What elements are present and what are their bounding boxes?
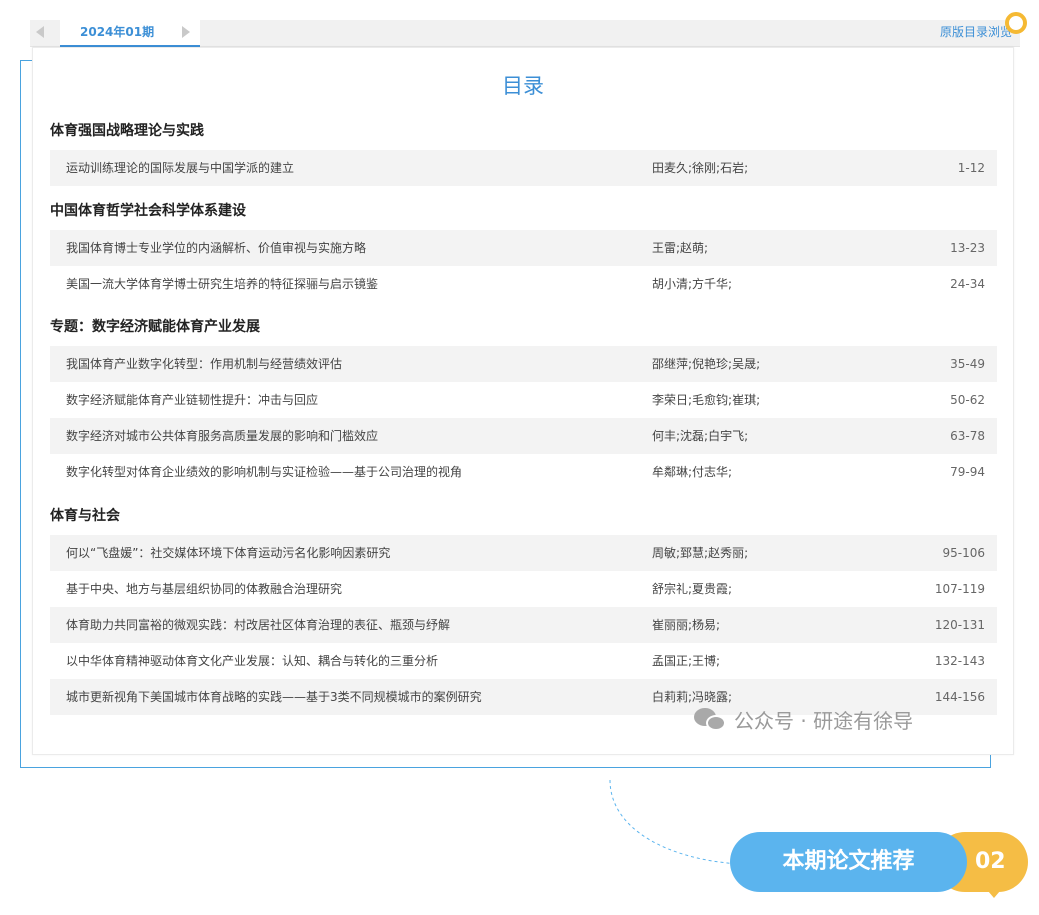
article-title[interactable]: 城市更新视角下美国城市体育战略的实践——基于3类不同规模城市的案例研究: [66, 679, 482, 715]
article-pages: 144-156: [934, 690, 985, 704]
article-authors: 崔丽丽;杨易;: [652, 618, 721, 632]
table-row[interactable]: 我国体育产业数字化转型：作用机制与经营绩效评估 邵继萍;倪艳珍;吴晟; 35-4…: [50, 346, 997, 382]
article-authors: 李荣日;毛愈钧;崔琪;: [652, 393, 761, 407]
article-authors: 何丰;沈磊;白宇飞;: [652, 429, 749, 443]
article-title[interactable]: 以中华体育精神驱动体育文化产业发展：认知、耦合与转化的三重分析: [66, 643, 438, 679]
article-authors: 邵继萍;倪艳珍;吴晟;: [652, 357, 761, 371]
article-pages: 1-12: [957, 161, 985, 175]
badge-tail-decoration: [982, 884, 1006, 898]
table-row[interactable]: 我国体育博士专业学位的内涵解析、价值审视与实施方略 王雷;赵萌; 13-23: [50, 230, 997, 266]
watermark-text: 公众号 · 研途有徐导: [734, 708, 914, 733]
section-heading: 体育与社会: [50, 508, 120, 524]
table-row[interactable]: 数字经济赋能体育产业链韧性提升：冲击与回应 李荣日;毛愈钧;崔琪; 50-62: [50, 382, 997, 418]
article-pages: 79-94: [950, 465, 985, 479]
article-title[interactable]: 基于中央、地方与基层组织协同的体教融合治理研究: [66, 571, 342, 607]
section-heading: 专题：数字经济赋能体育产业发展: [50, 319, 260, 335]
article-pages: 120-131: [934, 618, 985, 632]
article-title[interactable]: 运动训练理论的国际发展与中国学派的建立: [66, 150, 294, 186]
section-heading: 体育强国战略理论与实践: [50, 123, 204, 139]
next-arrow-icon[interactable]: [182, 26, 190, 38]
article-authors: 胡小清;方千华;: [652, 277, 733, 291]
outer-frame-top-edge: [20, 60, 32, 61]
toc-card: 目录 体育强国战略理论与实践 运动训练理论的国际发展与中国学派的建立 田麦久;徐…: [32, 47, 1014, 755]
table-row[interactable]: 何以“飞盘媛”：社交媒体环境下体育运动污名化影响因素研究 周敏;郅慧;赵秀丽; …: [50, 535, 997, 571]
article-title[interactable]: 何以“飞盘媛”：社交媒体环境下体育运动污名化影响因素研究: [66, 535, 390, 571]
prev-arrow-icon[interactable]: [36, 26, 44, 38]
original-catalog-link[interactable]: 原版目录浏览: [940, 22, 1012, 42]
article-authors: 王雷;赵萌;: [652, 241, 709, 255]
dashed-connector: [609, 780, 741, 865]
article-pages: 63-78: [950, 429, 985, 443]
wechat-icon: [694, 706, 728, 732]
article-pages: 50-62: [950, 393, 985, 407]
wechat-watermark: 公众号 · 研途有徐导: [694, 702, 913, 736]
article-title[interactable]: 我国体育博士专业学位的内涵解析、价值审视与实施方略: [66, 230, 366, 266]
article-authors: 牟鄰琳;付志华;: [652, 465, 733, 479]
article-authors: 孟国正;王博;: [652, 654, 721, 668]
article-pages: 107-119: [934, 582, 985, 596]
article-pages: 35-49: [950, 357, 985, 371]
article-title[interactable]: 体育助力共同富裕的微观实践：村改居社区体育治理的表征、瓶颈与纾解: [66, 607, 450, 643]
table-row[interactable]: 美国一流大学体育学博士研究生培养的特征探骊与启示镜鉴 胡小清;方千华; 24-3…: [50, 266, 997, 302]
article-pages: 13-23: [950, 241, 985, 255]
article-pages: 24-34: [950, 277, 985, 291]
article-pages: 132-143: [934, 654, 985, 668]
section-heading: 中国体育哲学社会科学体系建设: [50, 203, 246, 219]
page-title: 目录: [502, 74, 544, 98]
table-row[interactable]: 以中华体育精神驱动体育文化产业发展：认知、耦合与转化的三重分析 孟国正;王博; …: [50, 643, 997, 679]
article-title[interactable]: 数字化转型对体育企业绩效的影响机制与实证检验——基于公司治理的视角: [66, 454, 462, 490]
recommend-badge: 本期论文推荐: [730, 832, 967, 892]
table-row[interactable]: 数字经济对城市公共体育服务高质量发展的影响和门槛效应 何丰;沈磊;白宇飞; 63…: [50, 418, 997, 454]
issue-tab-bar: 2024年01期 原版目录浏览: [30, 20, 1020, 47]
article-title[interactable]: 我国体育产业数字化转型：作用机制与经营绩效评估: [66, 346, 342, 382]
table-row[interactable]: 数字化转型对体育企业绩效的影响机制与实证检验——基于公司治理的视角 牟鄰琳;付志…: [50, 454, 997, 490]
ring-decoration-icon: [1005, 12, 1027, 34]
article-pages: 95-106: [942, 546, 985, 560]
tab-current-issue[interactable]: 2024年01期: [60, 20, 200, 47]
table-row[interactable]: 运动训练理论的国际发展与中国学派的建立 田麦久;徐刚;石岩; 1-12: [50, 150, 997, 186]
table-row[interactable]: 基于中央、地方与基层组织协同的体教融合治理研究 舒宗礼;夏贵霞; 107-119: [50, 571, 997, 607]
table-row[interactable]: 体育助力共同富裕的微观实践：村改居社区体育治理的表征、瓶颈与纾解 崔丽丽;杨易;…: [50, 607, 997, 643]
article-authors: 舒宗礼;夏贵霞;: [652, 582, 733, 596]
article-title[interactable]: 数字经济对城市公共体育服务高质量发展的影响和门槛效应: [66, 418, 378, 454]
article-title[interactable]: 美国一流大学体育学博士研究生培养的特征探骊与启示镜鉴: [66, 266, 378, 302]
article-authors: 田麦久;徐刚;石岩;: [652, 161, 749, 175]
article-title[interactable]: 数字经济赋能体育产业链韧性提升：冲击与回应: [66, 382, 318, 418]
article-authors: 周敏;郅慧;赵秀丽;: [652, 546, 749, 560]
